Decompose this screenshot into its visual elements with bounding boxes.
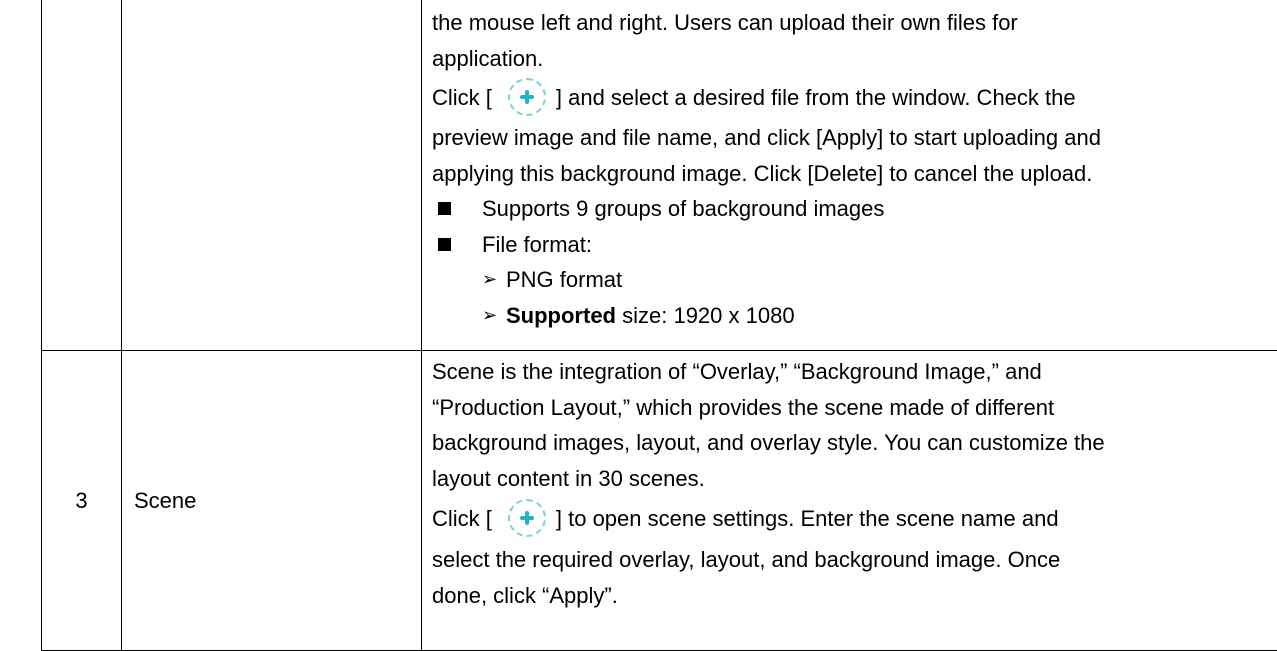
sub-bullet-list: ➢ PNG format ➢ Supported size: 1920 x 10… — [482, 262, 1268, 333]
list-item: File format: ➢ PNG format ➢ Supported si… — [432, 227, 1268, 334]
plus-circle-icon — [508, 78, 546, 116]
bullet-list: Supports 9 groups of background images F… — [432, 191, 1268, 333]
description-line: the mouse left and right. Users can uplo… — [432, 5, 1268, 41]
square-bullet-icon — [438, 238, 451, 251]
description-line: background images, layout, and overlay s… — [432, 425, 1268, 461]
row-name-cell — [122, 0, 422, 351]
click-instruction: Click [ ] and select a desired file from … — [432, 76, 1268, 120]
row-number-cell: 3 — [42, 351, 122, 651]
description-line: Scene is the integration of “Overlay,” “… — [432, 354, 1268, 390]
row-description-cell: the mouse left and right. Users can uplo… — [422, 0, 1277, 351]
square-bullet-icon — [438, 202, 451, 215]
table-row: 3 Scene Scene is the integration of “Ove… — [42, 351, 1277, 651]
arrow-bullet-icon: ➢ — [482, 262, 497, 298]
manual-table: the mouse left and right. Users can uplo… — [41, 0, 1277, 651]
bracket-open-text: Click [ — [432, 85, 492, 110]
click-instruction: Click [ ] to open scene settings. Enter t… — [432, 496, 1268, 542]
plus-circle-icon — [508, 499, 546, 537]
bracket-open-text: Click [ — [432, 506, 492, 531]
description-line: applying this background image. Click [D… — [432, 156, 1268, 192]
description-line: preview image and file name, and click [… — [432, 120, 1268, 156]
description-line: “Production Layout,” which provides the … — [432, 390, 1268, 426]
instruction-text: ] and select a desired file from the win… — [556, 85, 1076, 110]
row-name-cell: Scene — [122, 351, 422, 651]
list-item: ➢ Supported size: 1920 x 1080 — [482, 298, 1268, 334]
description-line: layout content in 30 scenes. — [432, 461, 1268, 497]
arrow-bullet-icon: ➢ — [482, 298, 497, 334]
row-description-cell: Scene is the integration of “Overlay,” “… — [422, 351, 1277, 651]
description-line: done, click “Apply”. — [432, 578, 1268, 614]
row-number-cell — [42, 0, 122, 351]
list-item: Supports 9 groups of background images — [432, 191, 1268, 227]
description-line: select the required overlay, layout, and… — [432, 542, 1268, 578]
table-row: the mouse left and right. Users can uplo… — [42, 0, 1277, 351]
description-line: application. — [432, 41, 1268, 77]
instruction-text: ] to open scene settings. Enter the scen… — [556, 506, 1059, 531]
list-item: ➢ PNG format — [482, 262, 1268, 298]
